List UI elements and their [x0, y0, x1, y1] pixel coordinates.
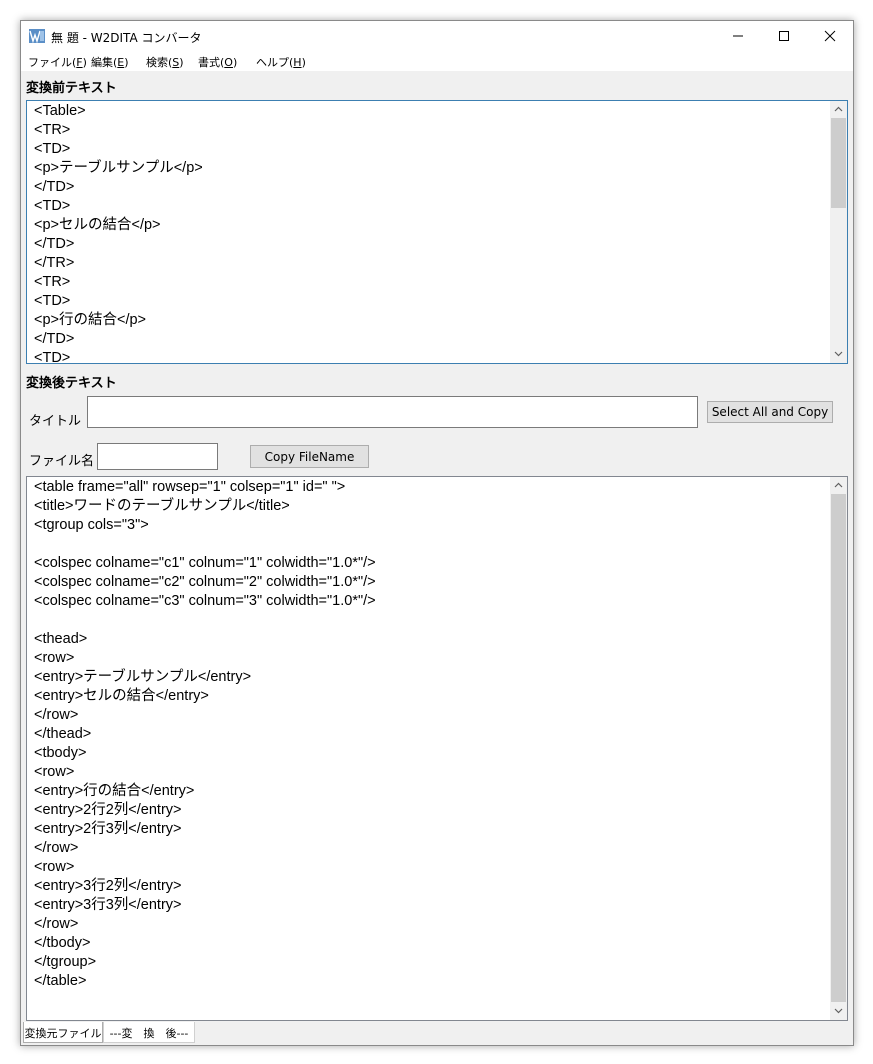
menu-bar: ファイル(F) 編集(E) 検索(S) 書式(O) ヘルプ(H) [21, 51, 853, 71]
close-icon [824, 30, 836, 42]
app-logo-icon [29, 28, 45, 44]
scroll-thumb[interactable] [831, 118, 846, 208]
minimize-icon [733, 35, 743, 37]
tab-converted[interactable]: ---変 換 後--- [103, 1022, 195, 1043]
after-text-area[interactable]: <table frame="all" rowsep="1" colsep="1"… [26, 476, 848, 1021]
title-bar: 無 題 - W2DITA コンバータ [21, 21, 853, 51]
scroll-down-button[interactable] [830, 346, 847, 363]
chevron-down-icon [834, 1008, 843, 1014]
before-text-area[interactable]: <Table> <TR> <TD> <p>テーブルサンプル</p> </TD> … [26, 100, 848, 364]
title-input[interactable] [87, 396, 698, 428]
maximize-button[interactable] [761, 21, 807, 51]
window-title: 無 題 - W2DITA コンバータ [51, 31, 202, 45]
scroll-up-button[interactable] [830, 101, 847, 118]
minimize-button[interactable] [715, 21, 761, 51]
chevron-up-icon [834, 106, 843, 112]
before-text-heading: 変換前テキスト [26, 81, 117, 96]
select-all-copy-button[interactable]: Select All and Copy [707, 401, 833, 423]
title-field-label: タイトル [29, 414, 82, 429]
app-window: 無 題 - W2DITA コンバータ ファイル(F) 編集(E) 検索(S) 書… [20, 20, 854, 1046]
menu-help[interactable]: ヘルプ(H) [256, 54, 306, 70]
scroll-up-button[interactable] [830, 477, 847, 494]
after-text-content: <table frame="all" rowsep="1" colsep="1"… [34, 479, 376, 989]
menu-format[interactable]: 書式(O) [198, 54, 237, 70]
chevron-up-icon [834, 482, 843, 488]
scroll-down-button[interactable] [830, 1003, 847, 1020]
filename-input[interactable] [97, 443, 218, 470]
menu-file[interactable]: ファイル(F) [28, 54, 87, 70]
close-button[interactable] [807, 21, 853, 51]
after-scrollbar[interactable] [830, 477, 847, 1020]
scroll-thumb[interactable] [831, 494, 846, 1002]
before-text-content: <Table> <TR> <TD> <p>テーブルサンプル</p> </TD> … [34, 103, 203, 364]
chevron-down-icon [834, 351, 843, 357]
menu-search[interactable]: 検索(S) [146, 54, 184, 70]
filename-field-label: ファイル名 [29, 454, 95, 469]
menu-edit[interactable]: 編集(E) [91, 54, 129, 70]
copy-filename-button[interactable]: Copy FileName [250, 445, 369, 468]
tab-source-file[interactable]: 変換元ファイル [23, 1022, 103, 1043]
after-text-heading: 変換後テキスト [26, 376, 117, 391]
maximize-icon [779, 31, 789, 41]
before-scrollbar[interactable] [830, 101, 847, 363]
tab-strip: 変換元ファイル ---変 換 後--- [21, 1021, 853, 1045]
